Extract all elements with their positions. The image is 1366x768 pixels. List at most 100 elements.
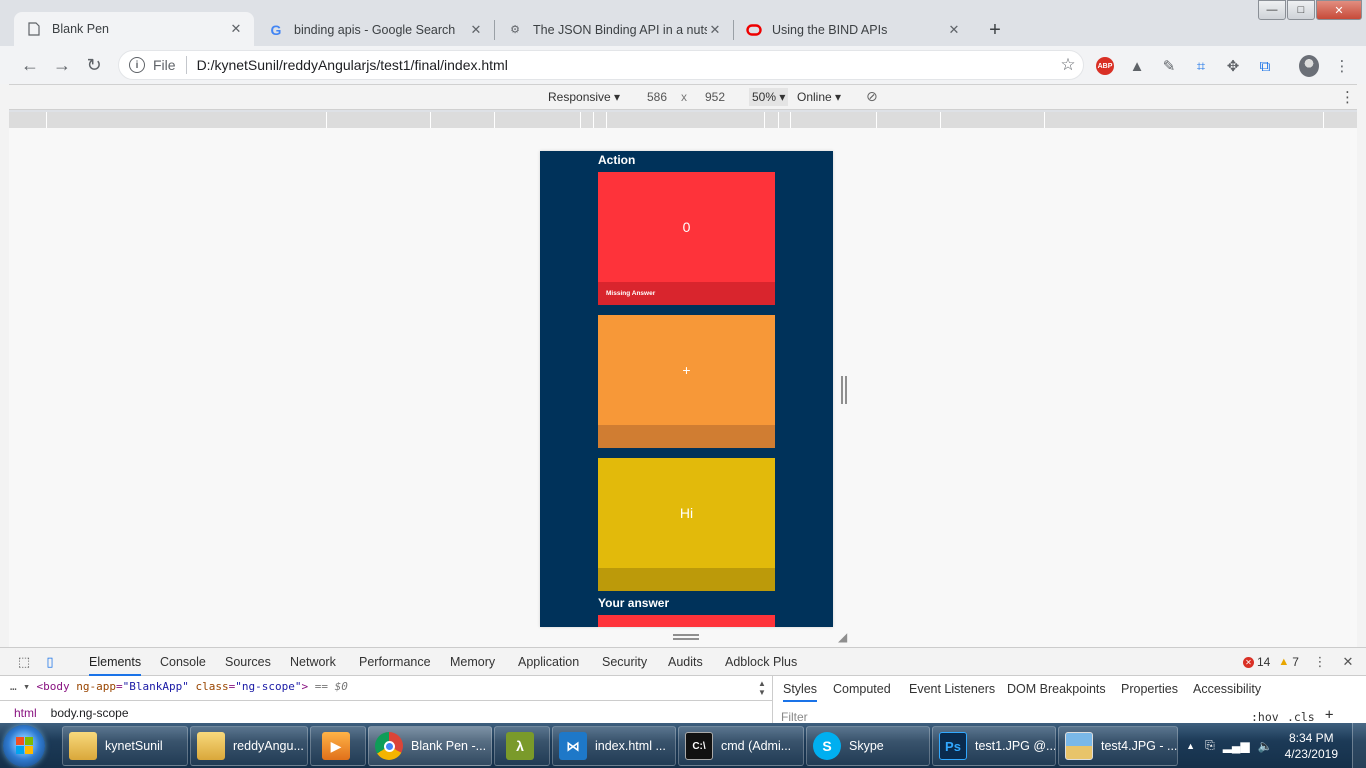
tab-application[interactable]: Application <box>518 655 579 669</box>
network-signal-icon[interactable]: ▂▄▆ <box>1223 739 1250 753</box>
close-icon[interactable]: ✕ <box>946 22 962 38</box>
breadcrumb-body[interactable]: body.ng-scope <box>51 706 129 720</box>
hov-toggle[interactable]: :hov <box>1251 710 1279 724</box>
breadcrumb-html[interactable]: html <box>14 706 37 720</box>
bookmark-star-icon[interactable]: ☆ <box>1053 55 1083 75</box>
tab-security[interactable]: Security <box>602 655 647 669</box>
new-tab-button[interactable]: + <box>982 17 1008 43</box>
corner-resize-icon[interactable]: ◢ <box>838 631 850 643</box>
tab-styles[interactable]: Styles <box>783 682 818 702</box>
right-resize-handle[interactable] <box>841 376 847 404</box>
volume-icon[interactable]: 🔈 <box>1258 739 1273 753</box>
taskbar-item-reddyangu[interactable]: reddyAngu... <box>190 726 308 766</box>
dom-scroll-arrows[interactable]: ▲ ▼ <box>758 679 766 697</box>
taskbar-item-photo-viewer[interactable]: test4.JPG - ... <box>1058 726 1178 766</box>
card-value: 0 <box>682 219 691 235</box>
answer-card-1[interactable]: + <box>598 315 775 448</box>
taskbar-item-media-player[interactable]: ▶ <box>310 726 366 766</box>
styles-filter-input[interactable]: Filter <box>781 710 808 724</box>
address-bar[interactable]: i File D:/kynetSunil/reddyAngularjs/test… <box>118 50 1084 80</box>
tray-expand-icon[interactable]: ▲ <box>1186 741 1195 751</box>
skype-icon: S <box>813 732 841 760</box>
bottom-resize-handle[interactable] <box>673 634 699 640</box>
error-warning-counter[interactable]: ✕ 14 ▲ 7 <box>1243 655 1299 669</box>
tab-title: Blank Pen <box>52 22 109 36</box>
start-button[interactable] <box>3 725 45 767</box>
rotate-icon[interactable]: ⊘ <box>866 88 878 105</box>
media-query-bar[interactable] <box>9 112 1357 128</box>
taskbar-item-cmd[interactable]: C:\ cmd (Admi... <box>678 726 804 766</box>
tab-memory[interactable]: Memory <box>450 655 495 669</box>
taskbar-item-lambda[interactable]: λ <box>494 726 550 766</box>
viewport-left-edge <box>0 84 9 647</box>
your-answer-card[interactable] <box>598 615 775 627</box>
tab-computed[interactable]: Computed <box>833 682 891 696</box>
crop-icon[interactable]: ⌗ <box>1191 56 1211 76</box>
folder-icon <box>197 732 225 760</box>
tab-console[interactable]: Console <box>160 655 206 669</box>
dom-tree-selected-node[interactable]: … ▾ <body ng-app="BlankApp" class="ng-sc… <box>10 680 348 693</box>
minimize-icon[interactable]: — <box>1258 0 1286 20</box>
add-style-rule-button[interactable]: + <box>1325 707 1333 723</box>
network-throttle-select[interactable]: Online ▾ <box>797 90 841 104</box>
forward-icon[interactable]: → <box>51 54 73 76</box>
menu-kebab-icon[interactable]: ⋮ <box>1332 56 1352 76</box>
close-icon[interactable]: ✕ <box>468 22 484 38</box>
error-icon: ✕ <box>1243 656 1254 668</box>
eyedropper-icon[interactable]: ✎ <box>1159 56 1179 76</box>
tab-elements[interactable]: Elements <box>89 655 142 676</box>
device-mode-select[interactable]: Responsive ▾ <box>548 90 620 104</box>
taskbar-item-skype[interactable]: S Skype <box>806 726 930 766</box>
taskbar-item-chrome[interactable]: Blank Pen -... <box>368 726 492 766</box>
tab-accessibility[interactable]: Accessibility <box>1193 682 1261 696</box>
usb-icon[interactable]: ⎘ <box>1205 738 1215 753</box>
close-icon[interactable]: ✕ <box>228 21 244 37</box>
tab-google-search[interactable]: G binding apis - Google Search ✕ <box>256 13 494 46</box>
answer-card-2[interactable]: Hi <box>598 458 775 591</box>
system-clock[interactable]: 8:34 PM 4/23/2019 <box>1285 730 1338 762</box>
tab-event-listeners[interactable]: Event Listeners <box>909 682 995 696</box>
url-text[interactable]: D:/kynetSunil/reddyAngularjs/test1/final… <box>197 57 1053 73</box>
info-icon[interactable]: i <box>129 57 145 73</box>
tab-network[interactable]: Network <box>290 655 336 669</box>
tab-bind-apis[interactable]: Using the BIND APIs ✕ <box>734 13 972 46</box>
tab-blank-pen[interactable]: Blank Pen ✕ <box>14 12 254 46</box>
tab-audits[interactable]: Audits <box>668 655 703 669</box>
taskbar-item-kynetsunil[interactable]: kynetSunil <box>62 726 188 766</box>
viewport-height-input[interactable]: 952 <box>692 88 738 106</box>
drive-icon[interactable]: ▲ <box>1127 56 1147 76</box>
show-desktop-button[interactable] <box>1352 723 1366 768</box>
tab-properties[interactable]: Properties <box>1121 682 1178 696</box>
device-toggle-icon[interactable]: ▯ <box>42 654 58 670</box>
tab-dom-breakpoints[interactable]: DOM Breakpoints <box>1007 682 1106 696</box>
viewport-width-input[interactable]: 586 <box>634 88 680 106</box>
cast-icon[interactable]: ⧉ <box>1255 56 1275 76</box>
tab-adblock-plus[interactable]: Adblock Plus <box>725 655 797 669</box>
folder-icon <box>69 732 97 760</box>
emulated-viewport: Action 0 Missing Answer + Hi Your answer… <box>9 128 1357 647</box>
lambda-icon: λ <box>506 732 534 760</box>
devtools-menu-icon[interactable]: ⋮ <box>1312 654 1328 670</box>
close-icon[interactable]: ✕ <box>707 22 723 38</box>
taskbar-item-photoshop[interactable]: Ps test1.JPG @... <box>932 726 1056 766</box>
inspect-element-icon[interactable]: ⬚ <box>16 654 32 670</box>
puzzle-icon[interactable]: ✥ <box>1223 56 1243 76</box>
zoom-select[interactable]: 50% ▾ <box>749 88 789 106</box>
back-icon[interactable]: ← <box>19 54 41 76</box>
google-icon: G <box>270 21 282 38</box>
close-devtools-icon[interactable]: ✕ <box>1340 654 1356 670</box>
vscode-icon: ⋈ <box>559 732 587 760</box>
close-window-icon[interactable]: ✕ <box>1316 0 1362 20</box>
abp-icon[interactable]: ABP <box>1095 56 1115 76</box>
bike-icon: ⚙ <box>510 24 520 36</box>
answer-card-0[interactable]: 0 Missing Answer <box>598 172 775 305</box>
profile-avatar[interactable] <box>1299 55 1319 77</box>
reload-icon[interactable]: ↻ <box>83 54 105 76</box>
device-menu-icon[interactable]: ⋮ <box>1340 88 1355 106</box>
cls-toggle[interactable]: .cls <box>1287 710 1315 724</box>
tab-json-binding[interactable]: ⚙ The JSON Binding API in a nutshell ✕ <box>495 13 733 46</box>
tab-performance[interactable]: Performance <box>359 655 431 669</box>
taskbar-item-vscode[interactable]: ⋈ index.html ... <box>552 726 676 766</box>
tab-sources[interactable]: Sources <box>225 655 271 669</box>
maximize-icon[interactable]: □ <box>1287 0 1315 20</box>
